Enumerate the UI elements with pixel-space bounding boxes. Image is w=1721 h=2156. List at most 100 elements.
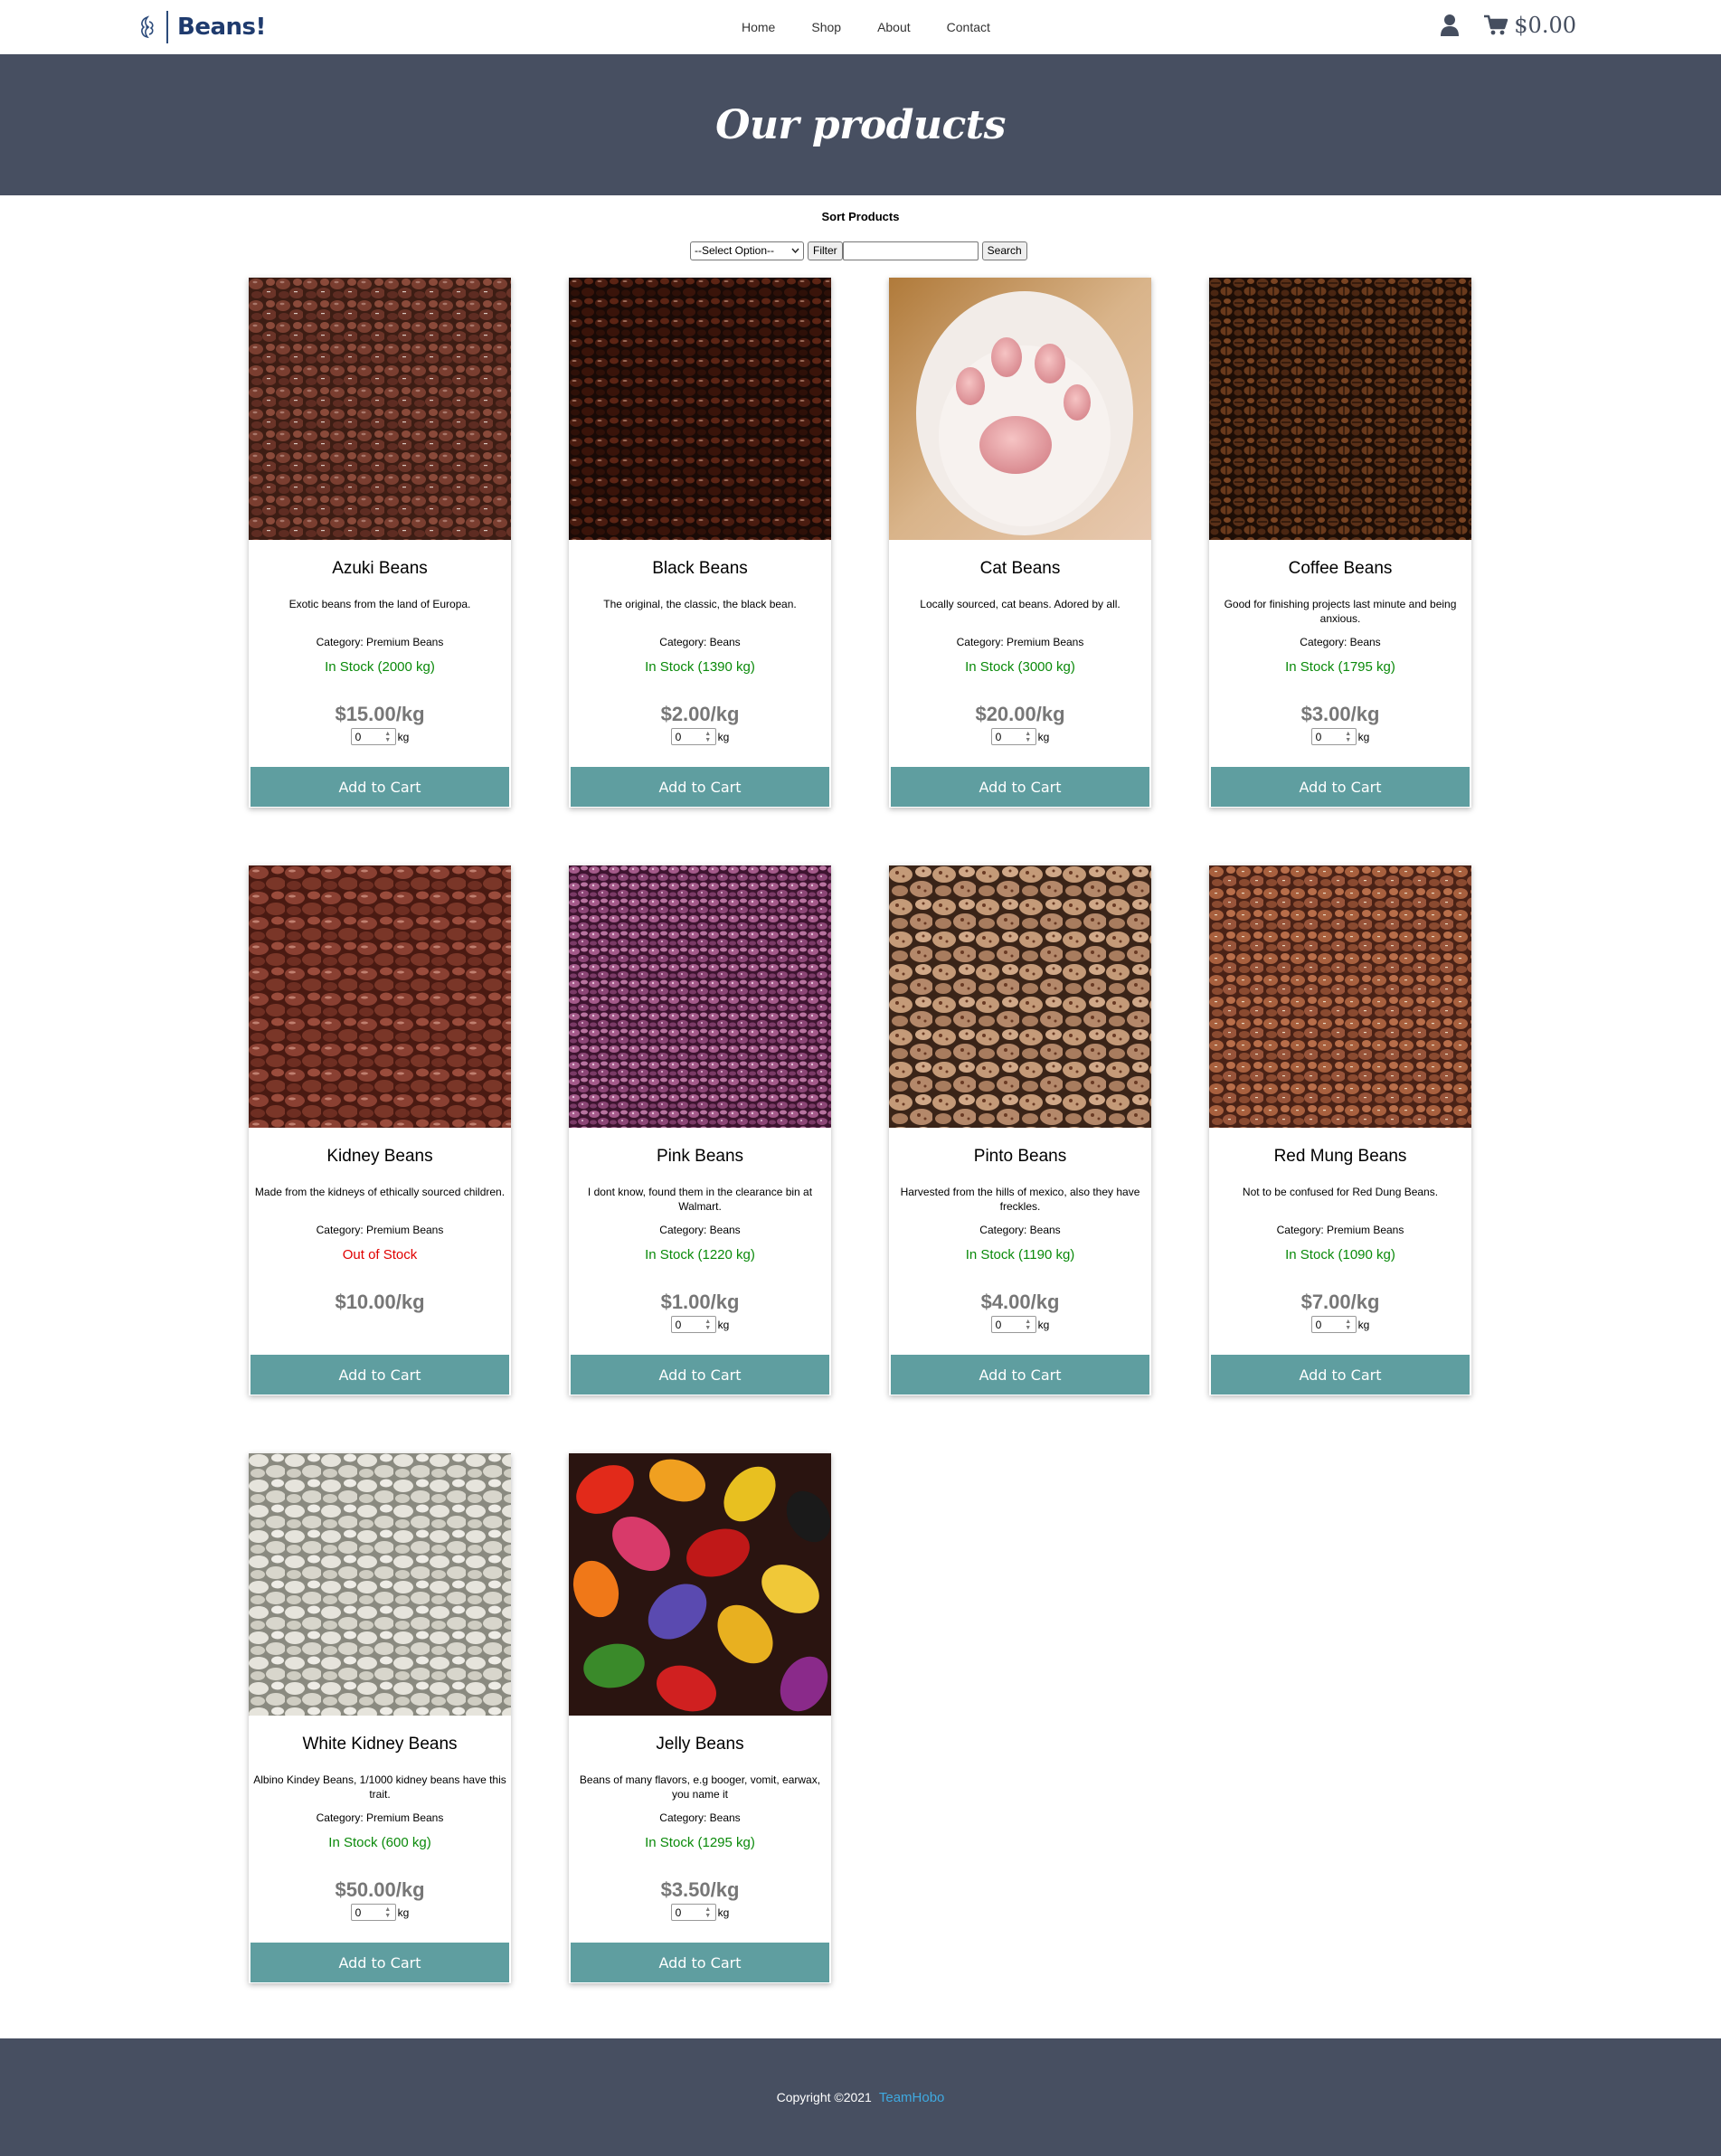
product-description: The original, the classic, the black bea… bbox=[603, 598, 797, 610]
kidney-beans-image bbox=[249, 865, 511, 1128]
product-description: Not to be confused for Red Dung Beans. bbox=[1242, 1186, 1439, 1198]
product-card: Cat Beans Locally sourced, cat beans. Ad… bbox=[889, 278, 1151, 808]
product-description: Made from the kidneys of ethically sourc… bbox=[254, 1186, 506, 1198]
quantity-value: 0 bbox=[1315, 730, 1322, 743]
add-to-cart-button[interactable]: Add to Cart bbox=[571, 1943, 829, 1982]
spinner-icon[interactable]: ▲ ▼ bbox=[703, 730, 714, 743]
quantity-input[interactable]: 0 ▲ ▼ bbox=[990, 1316, 1036, 1333]
add-to-cart-button[interactable]: Add to Cart bbox=[891, 1355, 1149, 1395]
quantity-value: 0 bbox=[675, 1905, 682, 1919]
search-input[interactable] bbox=[842, 241, 979, 260]
product-name: Jelly Beans bbox=[656, 1735, 744, 1754]
cat-paw-image bbox=[889, 278, 1151, 540]
quantity-control: 0 ▲ ▼ kg bbox=[569, 1904, 831, 1921]
product-card: Black Beans The original, the classic, t… bbox=[569, 278, 831, 808]
product-price: $10.00/kg bbox=[335, 1291, 425, 1313]
product-category: Category: Premium Beans bbox=[316, 1811, 444, 1824]
product-category: Category: Beans bbox=[659, 1811, 741, 1824]
quantity-control: 0 ▲ ▼ kg bbox=[569, 728, 831, 745]
stock-status: In Stock (1295 kg) bbox=[645, 1835, 755, 1850]
red-mung-beans-image bbox=[1209, 865, 1471, 1128]
spinner-icon[interactable]: ▲ ▼ bbox=[703, 1905, 714, 1919]
cart-icon[interactable] bbox=[1483, 14, 1508, 36]
brand-divider bbox=[166, 11, 168, 43]
quantity-unit: kg bbox=[1037, 730, 1050, 743]
brand[interactable]: Beans! bbox=[136, 9, 266, 45]
quantity-input[interactable]: 0 ▲ ▼ bbox=[670, 1904, 716, 1921]
stock-status: In Stock (1390 kg) bbox=[645, 659, 755, 675]
product-card: Jelly Beans Beans of many flavors, e.g b… bbox=[569, 1453, 831, 1983]
add-to-cart-button[interactable]: Add to Cart bbox=[251, 1943, 509, 1982]
copyright-text: Copyright ©2021 bbox=[776, 2090, 872, 2104]
stock-status: In Stock (3000 kg) bbox=[965, 659, 1075, 675]
cart-total[interactable]: $0.00 bbox=[1514, 13, 1576, 38]
quantity-control: 0 ▲ ▼ kg bbox=[569, 1316, 831, 1333]
quantity-unit: kg bbox=[1357, 730, 1370, 743]
nav-home[interactable]: Home bbox=[742, 20, 775, 34]
product-description: Harvested from the hills of mexico, also… bbox=[900, 1186, 1140, 1213]
product-grid: Azuki Beans Exotic beans from the land o… bbox=[249, 278, 1473, 1983]
white-kidney-beans-image bbox=[249, 1453, 511, 1716]
spinner-icon[interactable]: ▲ ▼ bbox=[703, 1318, 714, 1331]
black-beans-image bbox=[569, 278, 831, 540]
quantity-input[interactable]: 0 ▲ ▼ bbox=[1310, 728, 1357, 745]
nav-shop[interactable]: Shop bbox=[811, 20, 841, 34]
add-to-cart-button[interactable]: Add to Cart bbox=[571, 1355, 829, 1395]
add-to-cart-button[interactable]: Add to Cart bbox=[1211, 1355, 1470, 1395]
product-category: Category: Beans bbox=[659, 1224, 741, 1236]
quantity-input[interactable]: 0 ▲ ▼ bbox=[670, 1316, 716, 1333]
product-price: $2.00/kg bbox=[660, 703, 740, 725]
sort-title: Sort Products bbox=[821, 210, 900, 223]
quantity-input[interactable]: 0 ▲ ▼ bbox=[1310, 1316, 1357, 1333]
stock-status: In Stock (1190 kg) bbox=[965, 1247, 1075, 1262]
spinner-icon[interactable]: ▲ ▼ bbox=[1343, 730, 1354, 743]
quantity-input[interactable]: 0 ▲ ▼ bbox=[350, 728, 396, 745]
site-footer: Copyright ©2021 TeamHobo bbox=[0, 2038, 1721, 2156]
quantity-control: 0 ▲ ▼ kg bbox=[889, 728, 1151, 745]
quantity-value: 0 bbox=[675, 730, 682, 743]
user-icon[interactable] bbox=[1440, 14, 1460, 37]
quantity-value: 0 bbox=[1315, 1318, 1322, 1331]
product-name: Kidney Beans bbox=[326, 1147, 433, 1166]
filter-button[interactable]: Filter bbox=[808, 241, 843, 260]
product-card: White Kidney Beans Albino Kindey Beans, … bbox=[249, 1453, 511, 1983]
nav-about[interactable]: About bbox=[877, 20, 911, 34]
nav-contact[interactable]: Contact bbox=[947, 20, 990, 34]
product-name: Red Mung Beans bbox=[1273, 1147, 1407, 1166]
product-name: Azuki Beans bbox=[332, 559, 428, 578]
add-to-cart-button[interactable]: Add to Cart bbox=[1211, 767, 1470, 807]
add-to-cart-button[interactable]: Add to Cart bbox=[891, 767, 1149, 807]
quantity-value: 0 bbox=[995, 1318, 1002, 1331]
brand-name: Beans! bbox=[177, 14, 266, 41]
product-card: Pink Beans I dont know, found them in th… bbox=[569, 865, 831, 1395]
quantity-input[interactable]: 0 ▲ ▼ bbox=[350, 1904, 396, 1921]
spinner-icon[interactable]: ▲ ▼ bbox=[1023, 730, 1034, 743]
product-price: $1.00/kg bbox=[660, 1291, 740, 1313]
quantity-input[interactable]: 0 ▲ ▼ bbox=[670, 728, 716, 745]
product-card: Kidney Beans Made from the kidneys of et… bbox=[249, 865, 511, 1395]
product-name: Black Beans bbox=[652, 559, 748, 578]
quantity-unit: kg bbox=[717, 730, 730, 743]
sort-select[interactable]: --Select Option-- bbox=[690, 241, 804, 260]
product-category: Category: Beans bbox=[979, 1224, 1061, 1236]
spinner-icon[interactable]: ▲ ▼ bbox=[383, 730, 393, 743]
team-link[interactable]: TeamHobo bbox=[879, 2090, 945, 2105]
add-to-cart-button[interactable]: Add to Cart bbox=[251, 1355, 509, 1395]
spinner-icon[interactable]: ▲ ▼ bbox=[383, 1905, 393, 1919]
spinner-icon[interactable]: ▲ ▼ bbox=[1023, 1318, 1034, 1331]
bean-logo-icon bbox=[141, 15, 154, 39]
spinner-icon[interactable]: ▲ ▼ bbox=[1343, 1318, 1354, 1331]
header-actions: $0.00 bbox=[1440, 13, 1576, 38]
add-to-cart-button[interactable]: Add to Cart bbox=[251, 767, 509, 807]
product-price: $3.00/kg bbox=[1300, 703, 1380, 725]
quantity-control: 0 ▲ ▼ kg bbox=[249, 728, 511, 745]
search-button[interactable]: Search bbox=[981, 241, 1027, 260]
add-to-cart-button[interactable]: Add to Cart bbox=[571, 767, 829, 807]
quantity-value: 0 bbox=[355, 1905, 362, 1919]
product-card: Pinto Beans Harvested from the hills of … bbox=[889, 865, 1151, 1395]
product-category: Category: Premium Beans bbox=[956, 636, 1084, 648]
product-price: $15.00/kg bbox=[335, 703, 425, 725]
quantity-unit: kg bbox=[1357, 1318, 1370, 1331]
stock-status: Out of Stock bbox=[342, 1247, 418, 1262]
quantity-input[interactable]: 0 ▲ ▼ bbox=[990, 728, 1036, 745]
